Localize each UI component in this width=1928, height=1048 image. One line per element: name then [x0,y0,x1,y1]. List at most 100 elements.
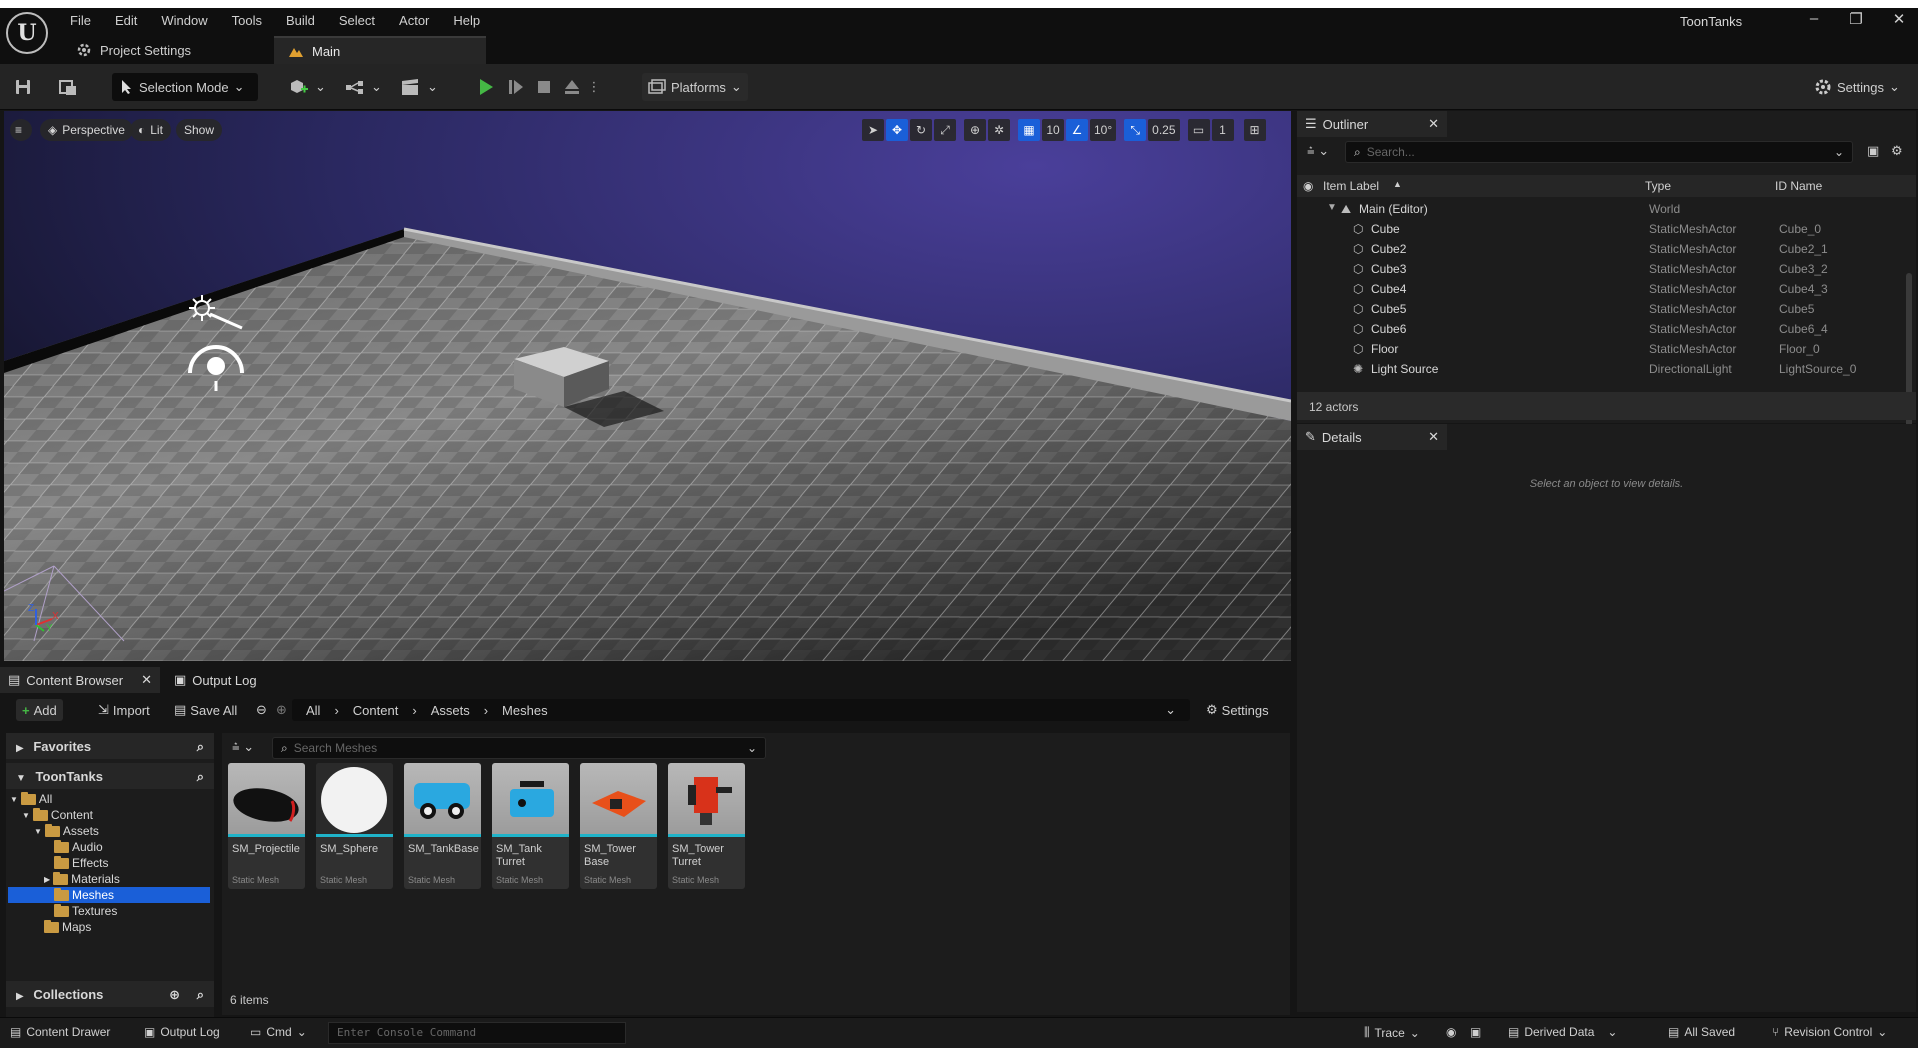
folder-audio[interactable]: Audio [54,839,103,855]
save-all-button[interactable]: ▤ Save All [168,699,243,721]
import-button[interactable]: ⇲ Import [92,699,156,721]
folder-all[interactable]: ▼ All [10,791,52,807]
tab-project-settings[interactable]: Project Settings [62,36,205,64]
menu-file[interactable]: File [58,10,103,32]
show-button[interactable]: Show [176,119,223,141]
add-actor-button[interactable]: ⌄ [288,73,326,101]
outliner-row[interactable]: ⬡ Cube5 StaticMeshActor Cube5 [1297,299,1897,319]
search-icon[interactable]: ⌕ [197,987,204,1003]
world-local-toggle[interactable]: ⊕ [964,119,986,141]
column-item-label[interactable]: Item Label [1323,179,1379,193]
outliner-row[interactable]: ⬡ Cube4 StaticMeshActor Cube4_3 [1297,279,1897,299]
platforms-dropdown[interactable]: Platforms ⌄ [642,73,748,101]
viewport-menu-button[interactable]: ≡ [10,119,32,141]
record-icon[interactable]: ◉ [1446,1025,1456,1039]
blueprints-button[interactable]: ⌄ [344,73,382,101]
expand-arrow-icon[interactable]: ▼ [1327,202,1337,213]
outliner-row[interactable]: ⬡ Cube2 StaticMeshActor Cube2_1 [1297,239,1897,259]
menu-select[interactable]: Select [327,10,387,32]
folder-content[interactable]: ▼ Content [22,807,93,823]
asset-search-input[interactable]: ⌕ Search Meshes ⌄ [272,737,766,759]
screenshot-icon[interactable]: ▣ [1470,1025,1481,1039]
grid-snap-toggle[interactable]: ▦ [1018,119,1040,141]
select-tool-button[interactable]: ➤ [862,119,884,141]
browse-content-icon[interactable] [58,73,78,101]
asset-tile[interactable]: SM_Tower Base Static Mesh [580,763,657,889]
view-mode-button[interactable]: ◐ Lit [130,119,171,141]
scale-tool-button[interactable]: ⤢ [934,119,956,141]
outliner-row[interactable]: ⬡ Cube StaticMeshActor Cube_0 [1297,219,1897,239]
more-options-icon[interactable]: ⋮ [588,74,601,100]
gear-icon[interactable]: ⚙ [1891,143,1903,159]
search-icon[interactable]: ⌕ [197,739,204,755]
menu-edit[interactable]: Edit [103,10,149,32]
project-header[interactable]: ▼ ToonTanks ⌕ [6,763,214,789]
add-folder-icon[interactable]: ▣ [1867,143,1879,159]
visibility-eye-icon[interactable]: ◉ [1303,179,1313,193]
content-drawer-button[interactable]: ▤ Content Drawer [10,1025,110,1039]
all-saved-button[interactable]: ▤ All Saved [1668,1025,1735,1039]
revision-control-button[interactable]: ⑂ Revision Control ⌄ [1772,1025,1887,1039]
console-command-input[interactable]: Enter Console Command [328,1022,626,1044]
rotate-tool-button[interactable]: ↻ [910,119,932,141]
camera-speed-button[interactable]: ▭ [1187,119,1210,141]
breadcrumb-meshes[interactable]: Meshes [502,703,548,718]
eject-button[interactable] [560,74,584,100]
outliner-search-input[interactable]: ⌕ Search... ⌄ [1345,141,1853,163]
minimize-button[interactable]: – [1800,10,1828,27]
tab-output-log[interactable]: ▣ Output Log [166,667,265,693]
rotation-snap-toggle[interactable]: ∠ [1066,119,1088,141]
cinematics-button[interactable]: ⌄ [400,73,438,101]
viewport-scene[interactable] [4,111,1291,661]
perspective-button[interactable]: ◈ Perspective [40,119,133,141]
move-tool-button[interactable]: ✥ [886,119,908,141]
column-type[interactable]: Type [1645,179,1671,193]
asset-tile[interactable]: SM_TankBase Static Mesh [404,763,481,889]
menu-actor[interactable]: Actor [387,10,441,32]
cmd-dropdown[interactable]: ▭ Cmd ⌄ [250,1025,307,1039]
stop-button[interactable] [532,74,556,100]
menu-build[interactable]: Build [274,10,327,32]
close-window-button[interactable]: ✕ [1885,10,1913,28]
asset-tile[interactable]: SM_Tank Turret Static Mesh [492,763,569,889]
details-tab[interactable]: ✎ Details ✕ [1297,424,1447,450]
save-icon[interactable] [14,73,32,101]
level-viewport[interactable]: ≡ ◈ Perspective ◐ Lit Show ➤ ✥ ↻ ⤢ ⊕ ✲ ▦… [4,111,1291,661]
add-collection-icon[interactable]: ⊕ [169,987,180,1003]
favorites-header[interactable]: ▶ Favorites ⌕ [6,733,214,759]
menu-tools[interactable]: Tools [220,10,274,32]
asset-tile[interactable]: SM_Sphere Static Mesh [316,763,393,889]
surface-snap-button[interactable]: ✲ [988,119,1010,141]
outliner-row[interactable]: ⬡ Cube3 StaticMeshActor Cube3_2 [1297,259,1897,279]
breadcrumb-assets[interactable]: Assets [431,703,470,718]
history-forward-icon[interactable]: ⊕ [270,699,293,721]
advance-frame-button[interactable] [504,74,528,100]
close-icon[interactable]: ✕ [1428,116,1439,132]
folder-meshes-selected[interactable]: Meshes [8,887,210,903]
folder-textures[interactable]: Textures [54,903,117,919]
search-icon[interactable]: ⌕ [197,769,204,785]
filter-icon[interactable]: ⩮ ⌄ [232,739,254,755]
selection-mode-dropdown[interactable]: Selection Mode ⌄ [112,73,258,101]
tab-main[interactable]: Main [274,36,486,64]
folder-assets[interactable]: ▼ Assets [34,823,99,839]
tab-content-browser[interactable]: ▤ Content Browser ✕ [0,667,160,693]
breadcrumb-all[interactable]: All [306,703,320,718]
folder-materials[interactable]: ▶ Materials [44,871,120,887]
grid-snap-value[interactable]: 10 [1042,119,1064,141]
filter-icon[interactable]: ⩮ ⌄ [1307,143,1329,159]
folder-maps[interactable]: Maps [44,919,91,935]
folder-effects[interactable]: Effects [54,855,108,871]
camera-speed-value[interactable]: 1 [1211,119,1234,141]
collections-header[interactable]: ▶ Collections ⊕ ⌕ [6,981,214,1007]
scale-snap-value[interactable]: 0.25 [1148,119,1180,141]
menu-window[interactable]: Window [149,10,219,32]
outliner-row-world[interactable]: ▼ ⛰ Main (Editor) World [1297,199,1897,219]
scale-snap-toggle[interactable]: ⤡ [1124,119,1147,141]
viewport-layout-button[interactable]: ⊞ [1243,119,1266,141]
asset-tile[interactable]: SM_Tower Turret Static Mesh [668,763,745,889]
close-icon[interactable]: ✕ [1428,429,1439,445]
unreal-logo-icon[interactable]: U [6,12,48,54]
output-log-button[interactable]: ▣ Output Log [144,1025,220,1039]
menu-help[interactable]: Help [441,10,492,32]
